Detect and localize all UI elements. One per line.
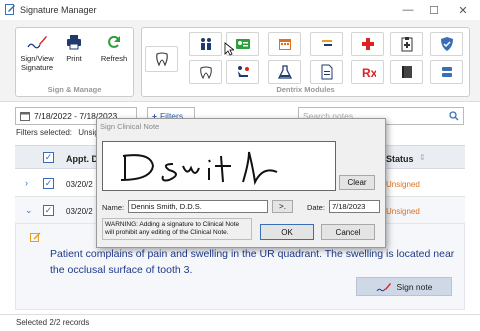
mouse-cursor-icon: [224, 42, 234, 56]
printer-icon: [67, 35, 81, 50]
expand-chevron-icon[interactable]: ›: [25, 178, 28, 188]
ok-button[interactable]: OK: [260, 224, 314, 240]
book-module-button[interactable]: [390, 60, 423, 84]
book-icon: [401, 66, 412, 78]
clipboard-module-button[interactable]: [390, 32, 423, 56]
row-date: 03/20/2: [66, 207, 93, 216]
date-label: Date:: [307, 203, 325, 212]
id-card-icon: [235, 39, 250, 49]
signature-pad[interactable]: [102, 141, 336, 191]
name-label: Name:: [102, 203, 125, 212]
calendar-small-icon: [20, 112, 30, 121]
title-bar: Signature Manager — ☐ ✕: [0, 0, 480, 20]
pen-signature-icon: [27, 36, 47, 49]
dialog-title: Sign Clinical Note: [100, 122, 160, 131]
clear-button[interactable]: Clear: [339, 175, 375, 190]
security-module-button[interactable]: [430, 32, 463, 56]
sort-icon[interactable]: ⇕: [419, 153, 426, 162]
document-module-button[interactable]: [310, 60, 343, 84]
medical-module-button[interactable]: [351, 32, 384, 56]
name-field[interactable]: Dennis Smith, D.D.S.: [128, 200, 268, 213]
svg-text:Rx: Rx: [362, 66, 376, 79]
tooth-icon: [155, 52, 168, 67]
print-button[interactable]: Print: [61, 33, 87, 63]
dental-chair-icon: [237, 66, 249, 77]
signature-drawing: [120, 151, 278, 186]
selected-records-count: Selected 2/2 records: [16, 318, 90, 327]
row-checkbox[interactable]: ✓: [43, 205, 54, 216]
server-icon: [441, 67, 452, 77]
calendar-module-button[interactable]: [268, 32, 301, 56]
rx-icon: Rx: [362, 66, 376, 79]
document-icon: [321, 64, 332, 80]
server-module-button[interactable]: [430, 60, 463, 84]
sign-manage-group: Sign/View Signature Print Refresh Sign &…: [15, 27, 134, 97]
dentrix-modules-group-label: Dentrix Modules: [276, 85, 335, 94]
window-title: Signature Manager: [20, 5, 97, 15]
shield-check-icon: [440, 37, 453, 51]
flask-icon: [277, 65, 292, 79]
close-button[interactable]: ✕: [450, 2, 476, 18]
row-status: Unsigned: [386, 180, 420, 189]
row-status: Unsigned: [386, 207, 420, 216]
lab-module-button[interactable]: [268, 60, 301, 84]
refresh-icon: [108, 35, 120, 48]
maximize-button[interactable]: ☐: [421, 2, 447, 18]
family-icon: [200, 38, 211, 50]
sign-note-label: Sign note: [396, 281, 433, 292]
clipboard-icon: [401, 37, 412, 52]
select-all-checkbox[interactable]: ✓: [43, 152, 54, 163]
tooth-chart-module-button[interactable]: [189, 60, 222, 84]
column-appt-date[interactable]: Appt. D: [66, 154, 98, 164]
sign-view-signature-label: Sign/View Signature: [20, 54, 54, 72]
tooth-outline-icon: [199, 66, 212, 79]
sign-view-signature-button[interactable]: Sign/View Signature: [19, 33, 55, 72]
collapse-chevron-icon[interactable]: ⌄: [25, 205, 33, 216]
refresh-button[interactable]: Refresh: [97, 33, 131, 63]
medical-cross-icon: [361, 38, 374, 50]
row-date: 03/20/2: [66, 180, 93, 189]
sign-note-button[interactable]: Sign note: [356, 277, 452, 296]
filters-selected: Filters selected: Unsig: [16, 128, 99, 137]
perio-chart-icon: [321, 40, 332, 46]
cancel-button[interactable]: Cancel: [321, 224, 375, 240]
perio-module-button[interactable]: [310, 32, 343, 56]
tooth-module-button[interactable]: [145, 46, 178, 72]
column-status[interactable]: Status: [386, 154, 414, 164]
family-module-button[interactable]: [189, 32, 222, 56]
sign-clinical-note-dialog: Sign Clinical Note Clear Name: Dennis Sm…: [96, 118, 386, 248]
edit-note-icon[interactable]: [30, 232, 41, 243]
refresh-label: Refresh: [100, 54, 128, 63]
minimize-button[interactable]: —: [395, 2, 421, 18]
patient-chair-module-button[interactable]: [226, 60, 259, 84]
print-label: Print: [66, 54, 82, 63]
search-icon: [449, 111, 459, 121]
app-icon: [5, 4, 15, 15]
filters-selected-label: Filters selected:: [16, 128, 73, 137]
sign-manage-group-label: Sign & Manage: [47, 85, 102, 94]
name-picker-button[interactable]: >.: [272, 200, 293, 213]
calendar-icon: [278, 39, 291, 50]
clinical-note-text: Patient complains of pain and swelling i…: [50, 248, 455, 276]
row-checkbox[interactable]: ✓: [43, 178, 54, 189]
signature-warning: WARNING: Adding a signature to Clinical …: [102, 218, 252, 240]
dentrix-modules-group: Rx Dentrix Modules: [141, 27, 470, 97]
pen-signature-small-icon: [376, 282, 391, 291]
prescription-module-button[interactable]: Rx: [351, 60, 384, 84]
date-field[interactable]: 7/18/2023: [329, 200, 380, 213]
